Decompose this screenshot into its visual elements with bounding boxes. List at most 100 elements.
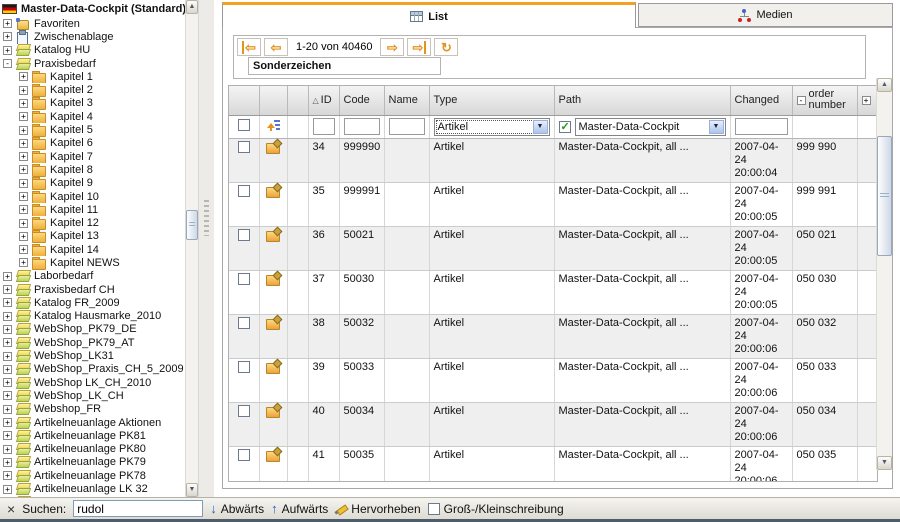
tree-item[interactable]: + Artikelneuanlage PK81 <box>0 429 185 442</box>
select-all-checkbox[interactable] <box>238 119 250 131</box>
expand-icon[interactable]: + <box>19 258 28 267</box>
tree-item-label[interactable]: Kapitel 8 <box>50 164 93 176</box>
tree-item-label[interactable]: Praxisbedarf CH <box>34 284 115 296</box>
tree-item-label[interactable]: Laborbedarf <box>34 270 93 282</box>
tree-item[interactable]: +Kapitel 1 <box>0 70 185 83</box>
tree-item[interactable]: + Kapitel 4 <box>0 110 185 123</box>
next-page-button[interactable]: ⇨ <box>380 38 404 56</box>
tree-item-label[interactable]: Katalog HU <box>34 44 90 56</box>
scroll-up-icon[interactable]: ▲ <box>877 78 892 92</box>
scroll-down-icon[interactable]: ▼ <box>877 456 892 470</box>
path-filter-select[interactable]: Master-Data-Cockpit ▼ <box>575 118 726 136</box>
search-input[interactable] <box>73 500 203 517</box>
tree-scrollbar-thumb[interactable] <box>186 210 198 240</box>
id-filter-input[interactable] <box>313 118 335 135</box>
tree-item-label[interactable]: Artikelneuanlage PK78 <box>34 470 146 482</box>
expand-icon[interactable]: + <box>19 245 28 254</box>
tree-item[interactable]: + Kapitel NEWS <box>0 256 185 269</box>
row-checkbox[interactable] <box>238 185 250 197</box>
tree-item-label[interactable]: Katalog Hausmarke_2010 <box>34 310 161 322</box>
expand-icon[interactable]: + <box>3 312 12 321</box>
tree-item[interactable]: +Katalog FR_2009 <box>0 296 185 309</box>
tree-item[interactable]: +WebShop_PK79_AT <box>0 336 185 349</box>
expand-icon[interactable]: + <box>19 179 28 188</box>
expand-icon[interactable]: + <box>19 139 28 148</box>
tree-item-label[interactable]: Kapitel 11 <box>50 204 98 216</box>
tree-item-label[interactable]: Zwischenablage <box>34 31 114 43</box>
header-changed[interactable]: Changed <box>730 86 792 115</box>
expand-icon[interactable]: + <box>3 431 12 440</box>
table-row[interactable]: 3750030ArtikelMaster-Data-Cockpit, all .… <box>229 270 877 314</box>
expand-icon[interactable]: + <box>3 418 12 427</box>
tree-root-item[interactable]: Master-Data-Cockpit (Standard) <box>0 0 198 15</box>
tree-item[interactable]: +WebShop_LK31 <box>0 349 185 362</box>
expand-icon[interactable]: + <box>19 86 28 95</box>
header-name[interactable]: Name <box>384 86 429 115</box>
tree-item[interactable]: +Kapitel 6 <box>0 137 185 150</box>
tree-item[interactable]: + Kapitel 9 <box>0 177 185 190</box>
highlight-all-button[interactable]: Hervorheben <box>335 502 420 516</box>
expand-icon[interactable]: + <box>3 298 12 307</box>
expand-column-icon[interactable]: + <box>862 96 871 105</box>
expand-icon[interactable]: + <box>3 19 12 28</box>
close-icon[interactable]: × <box>7 502 15 516</box>
expand-icon[interactable]: + <box>19 112 28 121</box>
expand-icon[interactable]: + <box>3 365 12 374</box>
tree-item-label[interactable]: Kapitel 12 <box>50 217 99 229</box>
expand-icon[interactable]: + <box>3 458 12 467</box>
collapse-column-icon[interactable]: - <box>797 96 806 105</box>
tree-item-label[interactable]: WebShop_PK79_AT <box>34 337 135 349</box>
expand-icon[interactable]: + <box>3 471 12 480</box>
header-add-column[interactable]: + <box>857 86 877 115</box>
header-type[interactable]: Type <box>429 86 554 115</box>
expand-icon[interactable]: + <box>19 192 28 201</box>
tree-item-label[interactable]: Kapitel 3 <box>50 97 93 109</box>
tree-item[interactable]: + WebShop_PK79_DE <box>0 323 185 336</box>
table-row[interactable]: 3850032ArtikelMaster-Data-Cockpit, all .… <box>229 314 877 358</box>
tab-medien[interactable]: Medien <box>638 3 893 27</box>
row-checkbox[interactable] <box>238 317 250 329</box>
expand-icon[interactable]: + <box>19 126 28 135</box>
tree-item[interactable]: +WebShop LK_CH_2010 <box>0 376 185 389</box>
tree-item-label[interactable]: WebShop_LK_CH <box>34 390 124 402</box>
tree-item-label[interactable]: WebShop LK_CH_2010 <box>34 377 151 389</box>
expand-icon[interactable]: + <box>19 99 28 108</box>
tree-item-label[interactable]: Kapitel 9 <box>50 177 93 189</box>
tree-item-label[interactable]: Artikelneuanlage PK79 <box>34 456 146 468</box>
row-checkbox[interactable] <box>238 361 250 373</box>
last-page-button[interactable]: ⇨ <box>407 38 431 56</box>
expand-icon[interactable]: + <box>3 485 12 494</box>
tree-item-label[interactable]: Webshop_FR <box>34 403 101 415</box>
match-case-option[interactable]: Groß-/Kleinschreibung <box>428 502 564 516</box>
expand-icon[interactable]: + <box>19 205 28 214</box>
tree-item[interactable]: +Praxisbedarf CH <box>0 283 185 296</box>
tab-list[interactable]: List <box>222 2 636 28</box>
tree-item-label[interactable]: WebShop_Praxis_CH_5_2009 <box>34 363 184 375</box>
table-row[interactable]: 3950033ArtikelMaster-Data-Cockpit, all .… <box>229 358 877 402</box>
tree-item-label[interactable]: Kapitel NEWS <box>50 257 120 269</box>
tree-item[interactable]: +WebShop_LK_CH <box>0 389 185 402</box>
tree-item-label[interactable]: Kapitel 4 <box>50 111 93 123</box>
tree-item[interactable]: +Kapitel 13 <box>0 230 185 243</box>
code-filter-input[interactable] <box>344 118 380 135</box>
tree-item-label[interactable]: Artikelneuanlage PK80 <box>34 443 146 455</box>
tree-item[interactable]: + Kapitel 3 <box>0 97 185 110</box>
tree-item-label[interactable]: Kapitel 2 <box>50 84 93 96</box>
table-row[interactable]: 35999991ArtikelMaster-Data-Cockpit, all … <box>229 182 877 226</box>
tree-item[interactable]: +Artikelneuanlage LK 32 <box>0 482 185 495</box>
tree-item-label[interactable]: Favoriten <box>34 18 80 30</box>
tree-item-label[interactable]: Praxisbedarf <box>34 58 96 70</box>
tree-item[interactable]: +Artikelneuanlage Aktionen <box>0 416 185 429</box>
header-code[interactable]: Code <box>339 86 384 115</box>
tree-item-label[interactable]: Kapitel 1 <box>50 71 93 83</box>
find-next-button[interactable]: ↓ Abwärts <box>210 502 264 516</box>
tree-item[interactable]: + Kapitel 11 <box>0 203 185 216</box>
tree-item-label[interactable]: Artikelneuanlage PK81 <box>34 430 146 442</box>
expand-icon[interactable]: + <box>3 325 12 334</box>
header-order-number[interactable]: -order number <box>792 86 857 115</box>
list-scrollbar-thumb[interactable] <box>877 136 892 256</box>
tree-item-label[interactable]: WebShop_PK79_DE <box>34 323 137 335</box>
tree-item-label[interactable]: Kapitel 5 <box>50 124 93 136</box>
tree-item[interactable]: + Artikelneuanlage PK79 <box>0 456 185 469</box>
tree-item[interactable]: + Kapitel 5 <box>0 123 185 136</box>
